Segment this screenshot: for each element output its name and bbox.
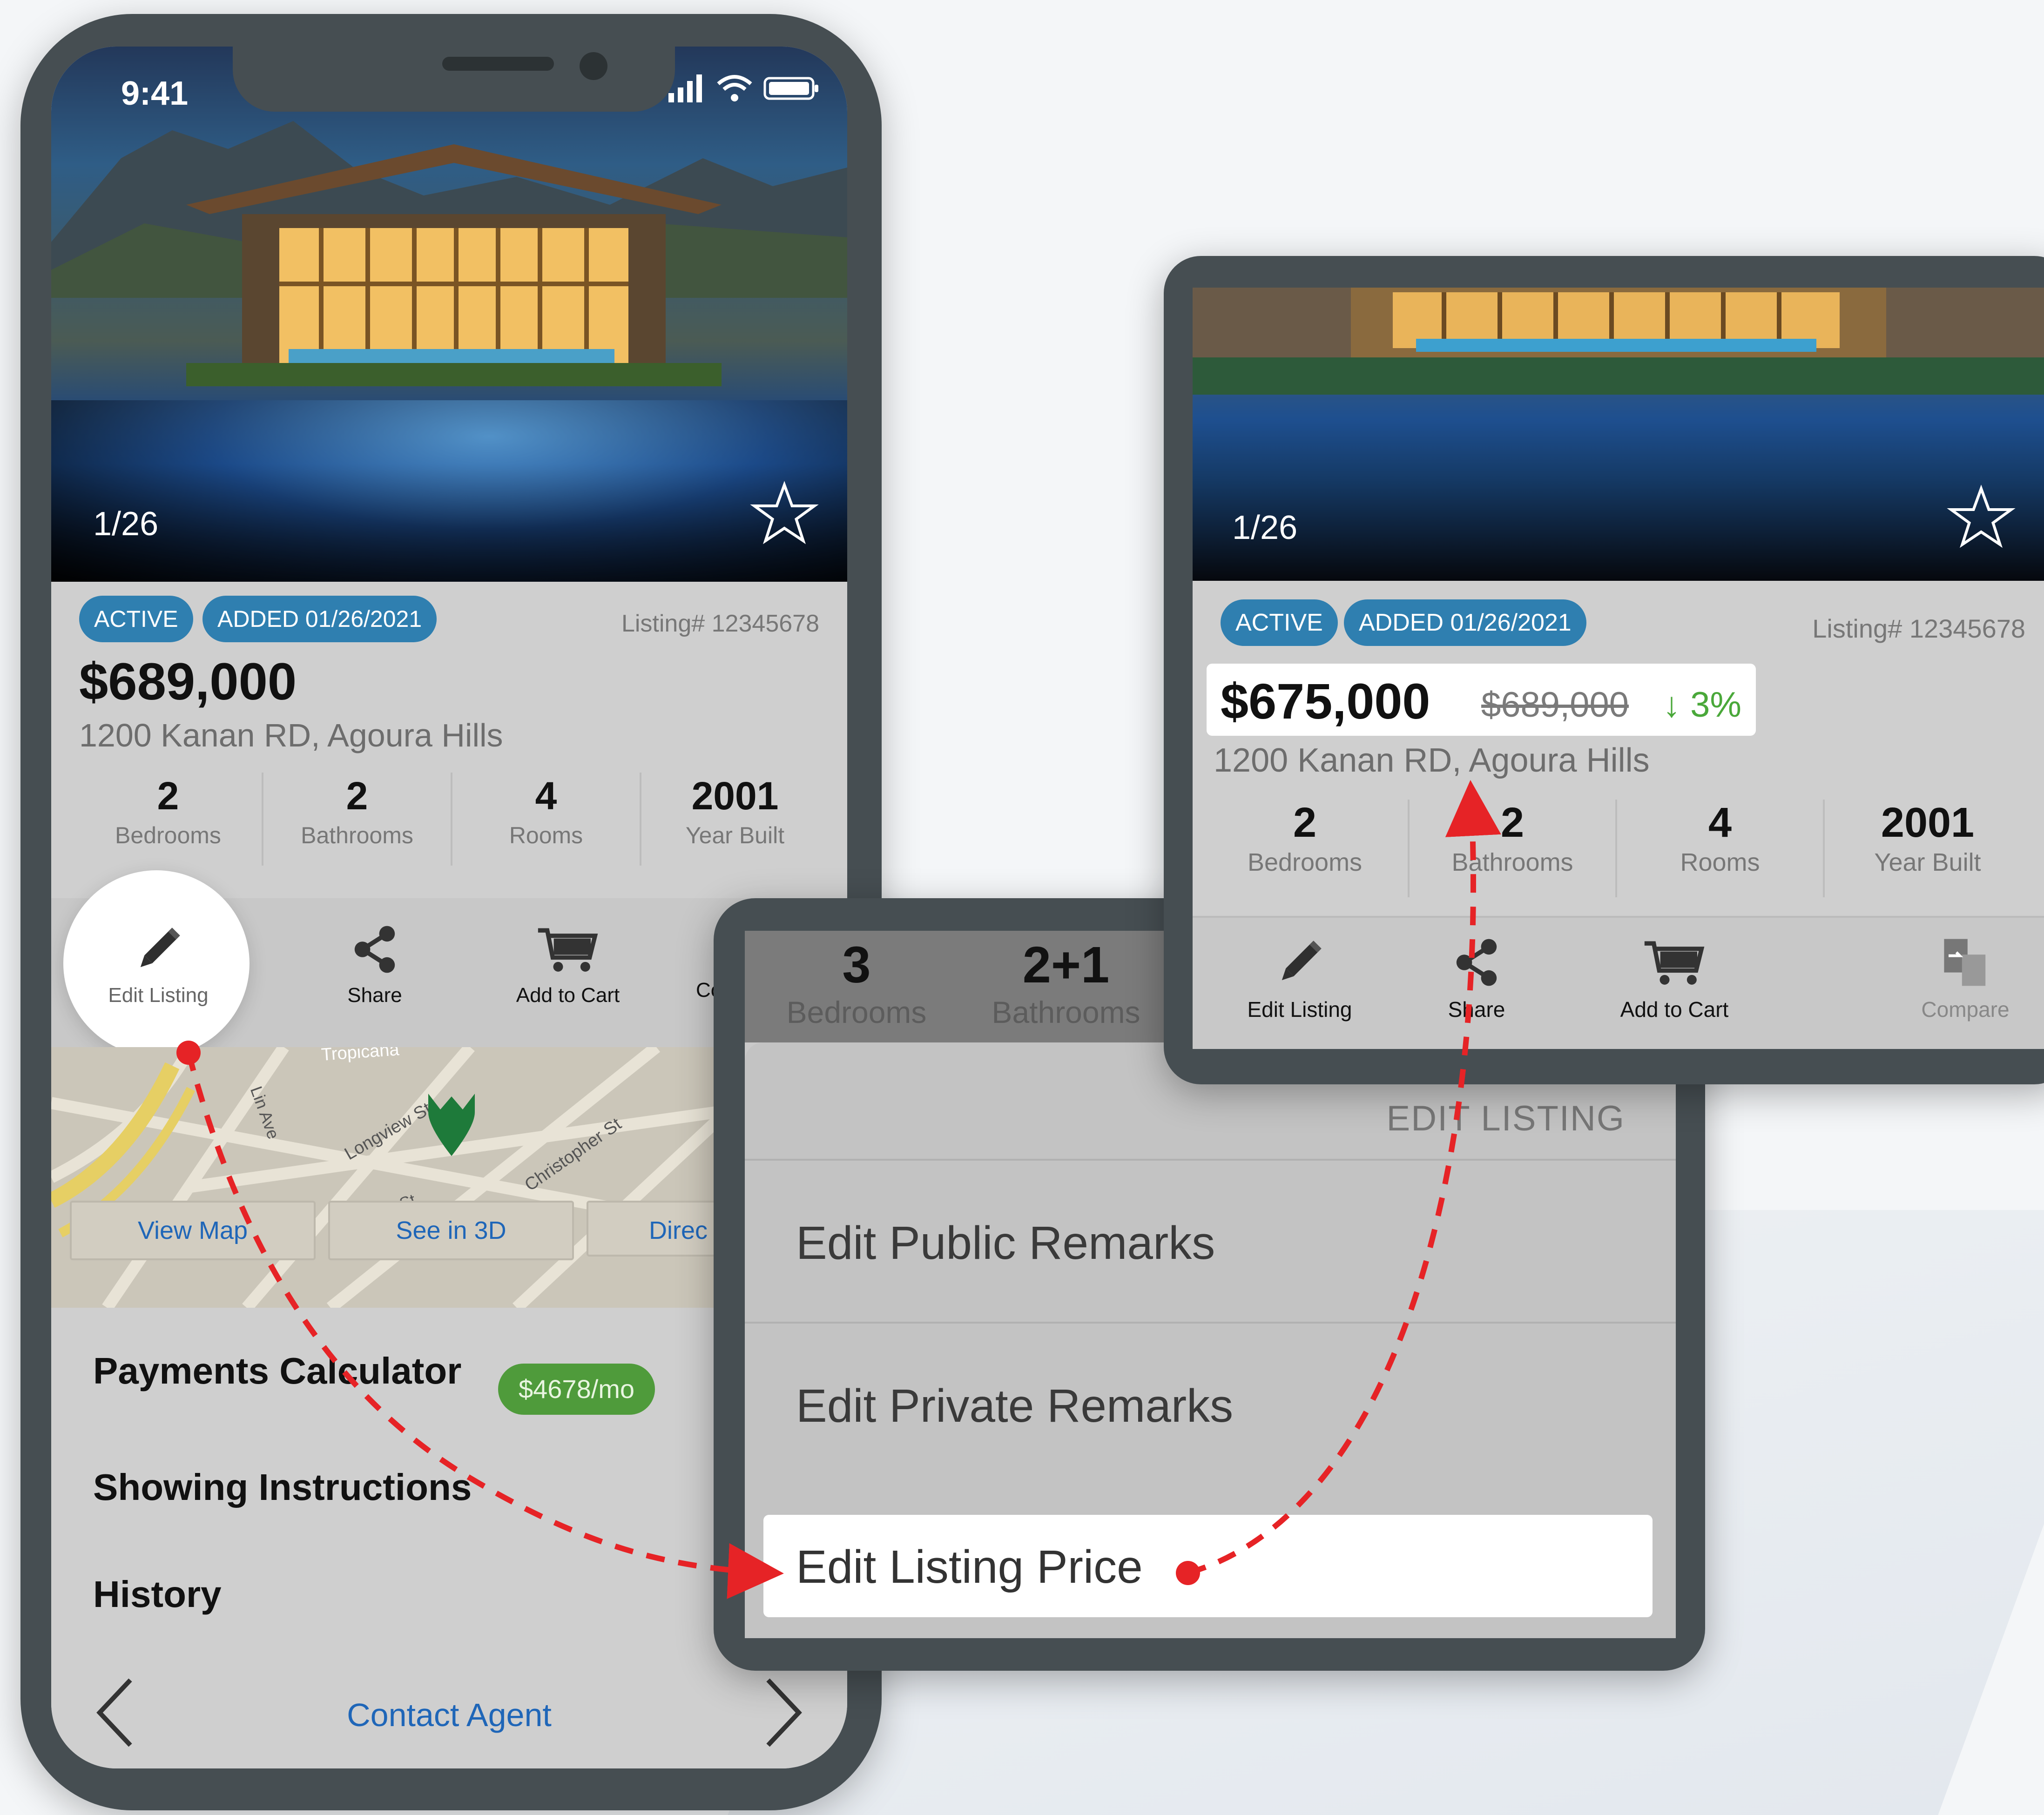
- chevron-right-icon[interactable]: [754, 1675, 810, 1750]
- panel-stat-bathrooms: 2+1 Bathrooms: [992, 936, 1140, 1029]
- old-price: $689,000: [1481, 685, 1629, 725]
- panel-stat-bedrooms: 3 Bedrooms: [786, 936, 927, 1029]
- stat-bathrooms: 2 Bathrooms: [1410, 800, 1617, 897]
- star-icon[interactable]: [749, 479, 819, 549]
- status-badge: ACTIVE: [1221, 599, 1338, 646]
- stat-bathrooms: 2 Bathrooms: [263, 773, 452, 866]
- share-icon: [354, 926, 395, 973]
- phone-notch: [233, 47, 675, 112]
- pool-reflection: [51, 400, 847, 582]
- stat-rooms: 4 Rooms: [452, 773, 641, 866]
- stat-rooms: 4 Rooms: [1617, 800, 1825, 897]
- listing-photo[interactable]: 1/26: [51, 47, 847, 582]
- share-button[interactable]: Share: [305, 921, 445, 1007]
- stat-year-built: 2001 Year Built: [685, 774, 785, 848]
- view-map-button[interactable]: View Map: [70, 1201, 316, 1260]
- stat-bedrooms: 2 Bedrooms: [74, 773, 263, 866]
- cart-icon: [1644, 941, 1705, 985]
- photo-counter: 1/26: [1232, 509, 1298, 546]
- location-pin-icon[interactable]: [424, 1089, 479, 1159]
- pencil-icon: [140, 928, 180, 968]
- cart-icon: [538, 928, 598, 972]
- status-time: 9:41: [121, 75, 189, 112]
- camera: [580, 52, 607, 80]
- wifi-icon: [717, 75, 752, 101]
- share-icon: [1456, 939, 1497, 986]
- add-to-cart-button[interactable]: Add to Cart: [498, 921, 638, 1007]
- listing-address: 1200 Kanan RD, Agoura Hills: [1214, 742, 1650, 779]
- listing-stats: 2 Bedrooms 2 Bathrooms 4 Rooms 2001 Year Bui…: [74, 773, 829, 866]
- status-badge: ACTIVE: [79, 596, 193, 642]
- new-price: $675,000: [1221, 673, 1430, 729]
- house-graphic: [1193, 288, 2044, 395]
- updated-listing-card: 1/26 ACTIVE ADDED 01/26/2021 Listing# 12…: [1193, 288, 2044, 1049]
- add-to-cart-button[interactable]: Add to Cart: [1600, 934, 1749, 1022]
- edit-listing-price-item[interactable]: Edit Listing Price: [763, 1515, 1653, 1617]
- edit-listing-button[interactable]: Edit Listing: [88, 921, 228, 1007]
- updated-listing-photo[interactable]: 1/26: [1193, 288, 2044, 581]
- compare-button[interactable]: Compare: [1896, 934, 2035, 1022]
- stat-year-built: 2001 Year Built: [1874, 800, 1981, 876]
- added-date-badge: ADDED 01/26/2021: [1344, 599, 1586, 646]
- stat-bedrooms: 2 Bedrooms: [1202, 800, 1410, 897]
- edit-public-remarks-item[interactable]: Edit Public Remarks: [745, 1159, 1676, 1319]
- updated-price-box: $675,000 $689,000 ↓ 3%: [1207, 664, 1756, 736]
- status-icons: [668, 74, 819, 102]
- edit-listing-button[interactable]: Edit Listing: [1230, 934, 1369, 1022]
- listing-number: Listing# 12345678: [621, 610, 819, 637]
- added-date-badge: ADDED 01/26/2021: [202, 596, 437, 642]
- price-drop: ↓ 3%: [1663, 685, 1741, 725]
- sheet-title: EDIT LISTING: [1386, 1099, 1625, 1138]
- star-icon[interactable]: [1946, 483, 2016, 553]
- edit-private-remarks-item[interactable]: Edit Private Remarks: [745, 1322, 1676, 1482]
- house-graphic: [186, 144, 722, 386]
- speaker: [442, 57, 554, 71]
- share-button[interactable]: Share: [1407, 934, 1546, 1022]
- photo-counter: 1/26: [93, 505, 159, 543]
- battery-icon: [763, 77, 818, 100]
- compare-icon: [1944, 939, 1986, 986]
- listing-stats: 2 Bedrooms 2 Bathrooms 4 Rooms 2001 Year Bui…: [1202, 800, 2031, 897]
- see-in-3d-button[interactable]: See in 3D: [328, 1201, 574, 1260]
- contact-agent-button[interactable]: Contact Agent: [51, 1696, 847, 1734]
- listing-price: $689,000: [79, 652, 297, 711]
- payment-badge: $4678/mo: [498, 1364, 655, 1415]
- listing-number: Listing# 12345678: [1812, 614, 2025, 643]
- signal-icon: [668, 74, 702, 102]
- listing-address: 1200 Kanan RD, Agoura Hills: [79, 717, 503, 753]
- pencil-icon: [1282, 941, 1322, 981]
